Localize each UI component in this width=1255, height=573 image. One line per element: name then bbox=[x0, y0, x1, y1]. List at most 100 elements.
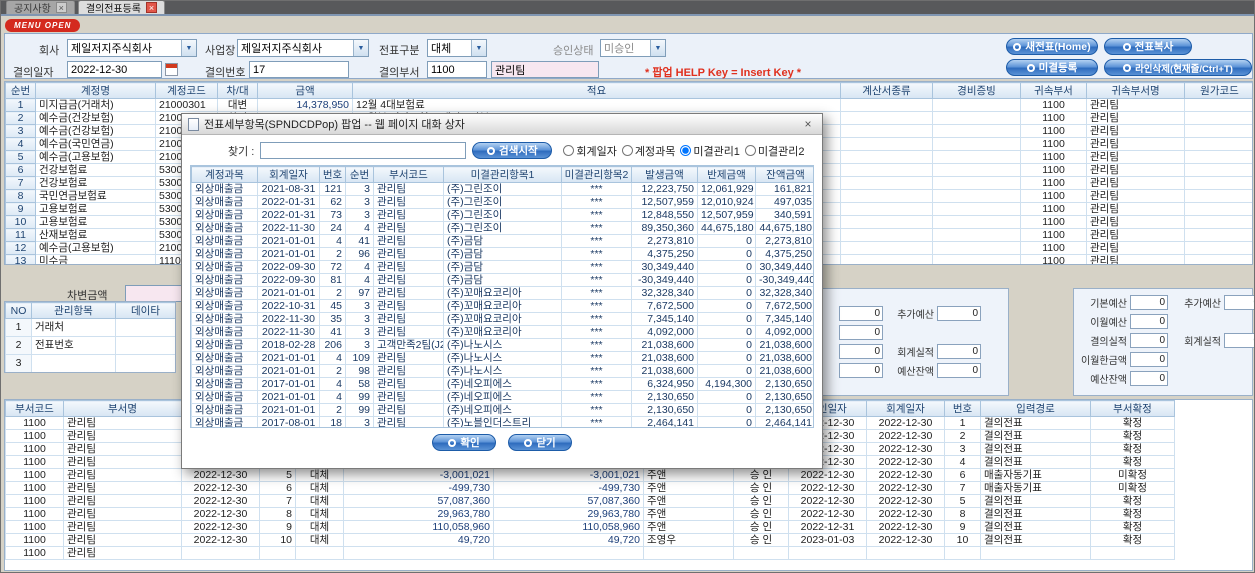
table-cell[interactable]: *** bbox=[561, 221, 632, 235]
radio-input[interactable] bbox=[621, 145, 633, 156]
table-cell[interactable]: 99 bbox=[345, 390, 374, 404]
table-cell[interactable]: 4 bbox=[345, 260, 374, 274]
column-header[interactable]: 부서코드 bbox=[5, 400, 64, 417]
column-header[interactable]: 귀속부서명 bbox=[1086, 82, 1185, 99]
table-cell[interactable]: 외상매출금 bbox=[191, 182, 258, 196]
table-cell[interactable]: (주)네오피에스 bbox=[443, 390, 562, 404]
search-button[interactable]: 검색시작 bbox=[472, 142, 553, 159]
table-cell[interactable]: 확정 bbox=[1090, 429, 1175, 443]
table-cell[interactable]: 관리팀 bbox=[373, 221, 444, 235]
table-cell[interactable]: 7 bbox=[5, 176, 36, 190]
table-cell[interactable]: 2018-02-28 bbox=[257, 338, 320, 352]
table-cell[interactable] bbox=[840, 254, 933, 264]
table-cell[interactable]: 2 bbox=[5, 336, 32, 355]
table-cell[interactable]: 121 bbox=[319, 182, 346, 196]
table-cell[interactable]: 8 bbox=[5, 189, 36, 203]
table-cell[interactable]: 2 bbox=[319, 364, 346, 378]
table-cell[interactable] bbox=[932, 215, 1021, 229]
table-cell[interactable] bbox=[840, 124, 933, 138]
budget-value[interactable]: 0 bbox=[839, 344, 883, 359]
table-cell[interactable]: 2022-11-30 bbox=[257, 221, 320, 235]
table-cell[interactable]: 거래처 bbox=[31, 318, 116, 337]
table-row[interactable]: 1100 관리팀 2022-12-30 9 대체 110,058,960 110,058,9… bbox=[5, 520, 1175, 534]
table-cell[interactable]: 관리팀 bbox=[1086, 202, 1185, 216]
table-row[interactable]: 외상매출금 2021-01-01 2 99 관리팀 (주)네오피에스 *** 2,130,65… bbox=[191, 403, 813, 417]
table-cell[interactable]: 35 bbox=[319, 312, 346, 326]
table-cell[interactable]: 1100 bbox=[1020, 137, 1087, 151]
table-cell[interactable]: 결의전표 bbox=[980, 429, 1091, 443]
table-cell[interactable]: (주)꼬매요코리아 bbox=[443, 325, 562, 339]
budget-value[interactable]: 0 bbox=[1130, 295, 1168, 310]
table-cell[interactable]: 2022-12-30 bbox=[866, 533, 945, 547]
table-cell[interactable]: 3 bbox=[345, 325, 374, 339]
table-cell[interactable]: 관리팀 bbox=[63, 429, 182, 443]
table-cell[interactable] bbox=[932, 124, 1021, 138]
column-header[interactable]: 반제금액 bbox=[697, 166, 756, 183]
table-cell[interactable]: 62 bbox=[319, 195, 346, 209]
table-cell[interactable]: 21000301 bbox=[155, 98, 218, 112]
table-cell[interactable]: 109 bbox=[345, 351, 374, 365]
table-cell[interactable] bbox=[1184, 254, 1252, 264]
table-cell[interactable]: 외상매출금 bbox=[191, 338, 258, 352]
table-cell[interactable]: 관리팀 bbox=[1086, 163, 1185, 177]
table-cell[interactable]: 2021-01-01 bbox=[257, 364, 320, 378]
table-cell[interactable]: 1100 bbox=[5, 494, 64, 508]
table-cell[interactable]: 확정 bbox=[1090, 455, 1175, 469]
table-cell[interactable]: 1100 bbox=[1020, 163, 1087, 177]
table-cell[interactable]: 관리팀 bbox=[373, 312, 444, 326]
column-header[interactable]: NO bbox=[5, 302, 32, 319]
search-input[interactable] bbox=[260, 142, 467, 159]
table-cell[interactable]: 관리팀 bbox=[373, 325, 444, 339]
table-cell[interactable]: 7,345,140 bbox=[631, 312, 698, 326]
table-cell[interactable]: 관리팀 bbox=[63, 546, 182, 560]
table-cell[interactable]: 0 bbox=[697, 416, 756, 427]
column-header[interactable]: 부서명 bbox=[63, 400, 182, 417]
table-cell[interactable]: 4,092,000 bbox=[631, 325, 698, 339]
table-cell[interactable]: 주앤 bbox=[643, 481, 734, 495]
table-cell[interactable]: 4,194,300 bbox=[697, 377, 756, 391]
table-cell[interactable]: 2022-12-30 bbox=[866, 455, 945, 469]
table-cell[interactable]: 12,223,750 bbox=[631, 182, 698, 196]
table-cell[interactable]: 결의전표 bbox=[980, 507, 1091, 521]
table-cell[interactable] bbox=[1184, 215, 1252, 229]
table-cell[interactable]: 조영우 bbox=[643, 533, 734, 547]
table-cell[interactable]: 3 bbox=[345, 299, 374, 313]
table-cell[interactable]: 관리팀 bbox=[373, 234, 444, 248]
table-cell[interactable]: 21,038,600 bbox=[631, 351, 698, 365]
table-cell[interactable]: 0 bbox=[697, 273, 756, 287]
table-cell[interactable]: (주)나노시스 bbox=[443, 364, 562, 378]
table-cell[interactable]: 관리팀 bbox=[373, 299, 444, 313]
table-cell[interactable]: 2022-12-30 bbox=[866, 429, 945, 443]
table-cell[interactable]: 32,328,340 bbox=[755, 286, 813, 300]
table-cell[interactable]: 12 bbox=[5, 241, 36, 255]
table-row[interactable]: 외상매출금 2022-01-31 73 3 관리팀 (주)그린조이 *** 12,848,55… bbox=[191, 208, 813, 222]
table-cell[interactable]: 29,963,780 bbox=[493, 507, 644, 521]
table-cell[interactable] bbox=[115, 318, 175, 337]
budget-value[interactable]: 0 bbox=[839, 306, 883, 321]
table-cell[interactable]: 0 bbox=[697, 364, 756, 378]
table-cell[interactable] bbox=[1184, 163, 1252, 177]
close-icon[interactable]: × bbox=[800, 117, 816, 132]
column-header[interactable]: 금액 bbox=[257, 82, 353, 99]
table-cell[interactable]: 1100 bbox=[1020, 202, 1087, 216]
table-cell[interactable]: 승 인 bbox=[733, 533, 789, 547]
table-cell[interactable]: 주앤 bbox=[643, 507, 734, 521]
table-cell[interactable]: 2022-12-30 bbox=[866, 481, 945, 495]
table-cell[interactable]: 2022-09-30 bbox=[257, 273, 320, 287]
table-row[interactable]: 외상매출금 2021-01-01 4 99 관리팀 (주)네오피에스 *** 2,130,65… bbox=[191, 390, 813, 404]
table-cell[interactable]: 관리팀 bbox=[63, 507, 182, 521]
budget-value[interactable]: 0 bbox=[839, 325, 883, 340]
table-row[interactable]: 1100 관리팀 2022-12-30 10 대체 49,720 49,720 조영우 승 인2… bbox=[5, 533, 1175, 547]
table-cell[interactable]: 4 bbox=[319, 390, 346, 404]
budget-value[interactable]: 0 bbox=[1130, 333, 1168, 348]
table-cell[interactable]: 결의전표 bbox=[980, 494, 1091, 508]
table-cell[interactable]: 2022-12-30 bbox=[788, 481, 867, 495]
table-cell[interactable]: 3 bbox=[345, 312, 374, 326]
table-cell[interactable]: 1100 bbox=[1020, 124, 1087, 138]
table-row[interactable]: 외상매출금 2017-08-01 18 3 관리팀 (주)노블인더스트리 *** 2,464,… bbox=[191, 416, 813, 427]
table-cell[interactable] bbox=[980, 546, 1091, 560]
table-row[interactable]: 외상매출금 2022-11-30 41 3 관리팀 (주)꼬매요코리아 *** 4,092,0… bbox=[191, 325, 813, 339]
table-cell[interactable]: 2022-12-30 bbox=[866, 520, 945, 534]
table-cell[interactable]: 5 bbox=[259, 468, 296, 482]
table-cell[interactable]: -30,349,440 bbox=[755, 273, 813, 287]
